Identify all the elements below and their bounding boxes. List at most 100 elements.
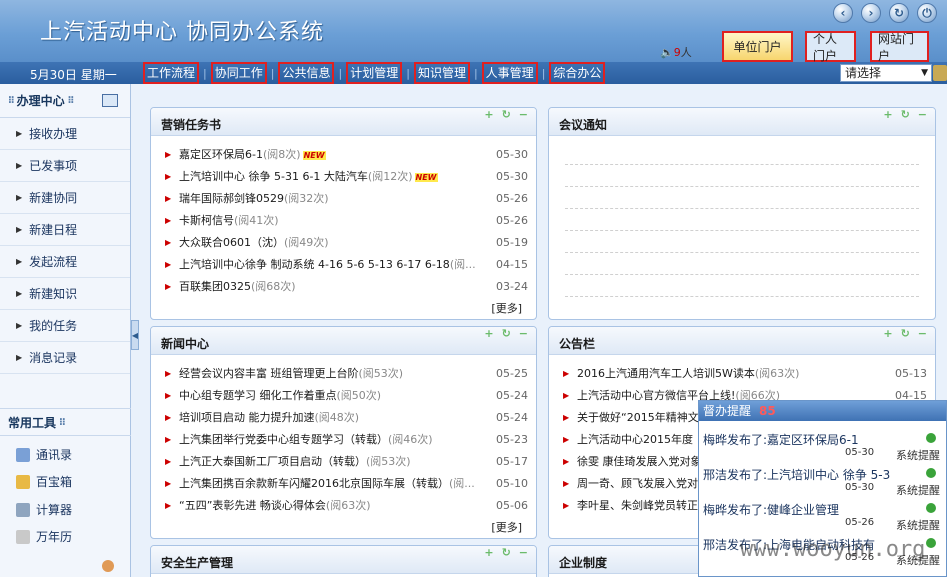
triangle-right-icon: ▶ bbox=[16, 225, 23, 234]
refresh-icon[interactable]: ↻ bbox=[502, 546, 511, 559]
window-icon[interactable] bbox=[102, 94, 118, 107]
sidebar-item-my-tasks[interactable]: ▶ 我的任务 bbox=[0, 310, 130, 342]
list-item[interactable]: ▶ 卡斯柯信号(阅41次) 05-26 bbox=[165, 211, 528, 229]
tool-contacts[interactable]: 通讯录 bbox=[16, 446, 72, 463]
menu-collaboration[interactable]: 协同工作 bbox=[210, 62, 267, 84]
add-icon[interactable]: + bbox=[484, 546, 493, 559]
online-users[interactable]: 🔈9人 bbox=[660, 44, 692, 60]
quick-select[interactable]: 请选择 ▼ bbox=[840, 64, 932, 82]
tab-unit-portal[interactable]: 单位门户 bbox=[722, 31, 793, 62]
minimize-icon[interactable]: − bbox=[918, 327, 927, 340]
arrow-icon: ▶ bbox=[165, 368, 172, 378]
list-item[interactable]: ▶ 经营会议内容丰富 班组管理更上台阶(阅53次) 05-25 bbox=[165, 364, 528, 382]
list-item[interactable]: ▶ 瑞年国际郝剑锋0529(阅32次) 05-26 bbox=[165, 189, 528, 207]
popup-header[interactable]: 督办提醒 85 bbox=[699, 401, 946, 421]
forward-icon[interactable]: › bbox=[861, 3, 881, 23]
item-title: 瑞年国际郝剑锋0529 bbox=[179, 192, 284, 205]
menu-plan[interactable]: 计划管理 bbox=[346, 62, 403, 84]
reminder-date: 05-30 bbox=[845, 447, 875, 458]
refresh-icon[interactable]: ↻ bbox=[889, 3, 909, 23]
add-icon[interactable]: + bbox=[883, 327, 892, 340]
panel-head: 新闻中心 + ↻ − bbox=[151, 327, 536, 355]
menu-workflow[interactable]: 工作流程 bbox=[143, 62, 200, 84]
toolbox-icon[interactable] bbox=[933, 65, 947, 81]
triangle-right-icon: ▶ bbox=[16, 161, 23, 170]
tab-website-portal[interactable]: 网站门户 bbox=[870, 31, 929, 63]
item-date: 05-25 bbox=[496, 366, 528, 380]
collapse-sidebar-button[interactable]: ◀ bbox=[131, 320, 139, 350]
tool-calendar[interactable]: 万年历 bbox=[16, 528, 72, 545]
person-icon[interactable] bbox=[102, 560, 114, 572]
refresh-icon[interactable]: ↻ bbox=[901, 327, 910, 340]
panel-marketing: 营销任务书 + ↻ − ▶ 嘉定区环保局6-1(阅8次) NEW 05-30 ▶ 上汽培训中… bbox=[150, 107, 537, 320]
add-icon[interactable]: + bbox=[883, 108, 892, 121]
sidebar-item-new-collab[interactable]: ▶ 新建协同 bbox=[0, 182, 130, 214]
list-item[interactable]: ▶ 上汽培训中心徐争 制动系统 4-16 5-6 5-13 6-17 6-18(阅… bbox=[165, 255, 528, 273]
sidebar-item-new-schedule[interactable]: ▶ 新建日程 bbox=[0, 214, 130, 246]
list-item[interactable]: ▶ 上汽培训中心 徐争 5-31 6-1 大陆汽车(阅12次) NEW 05-30 bbox=[165, 167, 528, 185]
list-item[interactable]: ▶ 上汽集团举行党委中心组专题学习（转载）(阅46次) 05-23 bbox=[165, 430, 528, 448]
item-title: 徐雯 康佳琦发展入党对象 bbox=[577, 455, 702, 468]
arrow-icon: ▶ bbox=[165, 281, 172, 291]
arrow-icon: ▶ bbox=[165, 478, 172, 488]
add-icon[interactable]: + bbox=[484, 327, 493, 340]
power-icon[interactable]: ⏻ bbox=[917, 3, 937, 23]
list-item[interactable]: ▶ 2016上汽通用汽车工人培训5W读本(阅63次) 05-13 bbox=[563, 364, 927, 382]
refresh-icon[interactable]: ↻ bbox=[502, 108, 511, 121]
add-icon[interactable]: + bbox=[484, 108, 493, 121]
list-item[interactable]: ▶ 大众联合0601（沈）(阅49次) 05-19 bbox=[165, 233, 528, 251]
item-date: 05-13 bbox=[895, 366, 927, 380]
list-item[interactable]: ▶ 上汽正大泰国新工厂项目启动（转载）(阅53次) 05-17 bbox=[165, 452, 528, 470]
refresh-icon[interactable]: ↻ bbox=[901, 108, 910, 121]
grip-icon: ⁝⁝ bbox=[59, 416, 66, 428]
reminder-item[interactable]: 梅晔发布了:健峰企业管理 05-26 系统提醒 bbox=[703, 501, 940, 535]
panel-meeting: 会议通知 + ↻ − bbox=[548, 107, 936, 320]
list-item[interactable]: ▶ 中心组专题学习 细化工作着重点(阅50次) 05-24 bbox=[165, 386, 528, 404]
menu-public-info[interactable]: 公共信息 bbox=[278, 62, 335, 84]
sidebar-item-new-knowledge[interactable]: ▶ 新建知识 bbox=[0, 278, 130, 310]
list-item[interactable]: ▶ 培训项目启动 能力提升加速(阅48次) 05-24 bbox=[165, 408, 528, 426]
more-link[interactable]: [更多] bbox=[491, 300, 522, 316]
menu-hr[interactable]: 人事管理 bbox=[481, 62, 538, 84]
quick-select-value: 请选择 bbox=[845, 66, 882, 80]
minimize-icon[interactable]: − bbox=[519, 108, 528, 121]
sidebar-item-receive[interactable]: ▶ 接收办理 bbox=[0, 118, 130, 150]
refresh-icon[interactable]: ↻ bbox=[502, 327, 511, 340]
tool-calculator[interactable]: 计算器 bbox=[16, 501, 72, 518]
menu-separator: | bbox=[406, 66, 410, 80]
sidebar-item-label: 新建知识 bbox=[29, 287, 78, 301]
minimize-icon[interactable]: − bbox=[519, 327, 528, 340]
arrow-icon: ▶ bbox=[165, 259, 172, 269]
reminder-item[interactable]: 梅晔发布了:嘉定区环保局6-1 05-30 系统提醒 bbox=[703, 431, 940, 465]
sidebar-item-start-flow[interactable]: ▶ 发起流程 bbox=[0, 246, 130, 278]
nav-icons: ‹ › ↻ ⏻ bbox=[833, 3, 937, 23]
back-icon[interactable]: ‹ bbox=[833, 3, 853, 23]
minimize-icon[interactable]: − bbox=[918, 108, 927, 121]
menu-knowledge[interactable]: 知识管理 bbox=[413, 62, 470, 84]
tool-treasure-box[interactable]: 百宝箱 bbox=[16, 473, 72, 490]
item-views: (阅41次) bbox=[234, 214, 279, 227]
item-views: (阅50次) bbox=[336, 389, 382, 402]
item-title: 大众联合0601（沈） bbox=[179, 236, 284, 249]
portal-tabs: 单位门户 个人门户 网站门户 bbox=[722, 31, 929, 63]
list-item[interactable]: ▶ 上汽集团携百余款新车闪耀2016北京国际车展（转载）(阅... 05-10 bbox=[165, 474, 528, 492]
sidebar-item-sent[interactable]: ▶ 已发事项 bbox=[0, 150, 130, 182]
divider bbox=[565, 164, 919, 165]
item-title: 经营会议内容丰富 班组管理更上台阶 bbox=[179, 367, 359, 380]
reminder-item[interactable]: 邢洁发布了:上汽培训中心 徐争 5-3 05-30 系统提醒 bbox=[703, 466, 940, 500]
item-date: 05-30 bbox=[496, 169, 528, 183]
minimize-icon[interactable]: − bbox=[519, 546, 528, 559]
sidebar-head: ⁝⁝ 办理中心 ⁝⁝ bbox=[0, 84, 130, 118]
menu-separator: | bbox=[338, 66, 343, 80]
arrow-icon: ▶ bbox=[165, 390, 172, 400]
more-link[interactable]: [更多] bbox=[491, 519, 522, 535]
sidebar-item-messages[interactable]: ▶ 消息记录 bbox=[0, 342, 130, 374]
item-views: (阅53次) bbox=[358, 367, 404, 380]
list-item[interactable]: ▶ 百联集团0325(阅68次) 03-24 bbox=[165, 277, 528, 295]
tab-personal-portal[interactable]: 个人门户 bbox=[805, 31, 856, 63]
list-item[interactable]: ▶ “五四”表彰先进 畅谈心得体会(阅63次) 05-06 bbox=[165, 496, 528, 514]
list-item[interactable]: ▶ 嘉定区环保局6-1(阅8次) NEW 05-30 bbox=[165, 145, 528, 163]
menu-office[interactable]: 综合办公 bbox=[549, 62, 606, 84]
triangle-right-icon: ▶ bbox=[16, 353, 23, 362]
online-count: 9 bbox=[673, 46, 681, 59]
